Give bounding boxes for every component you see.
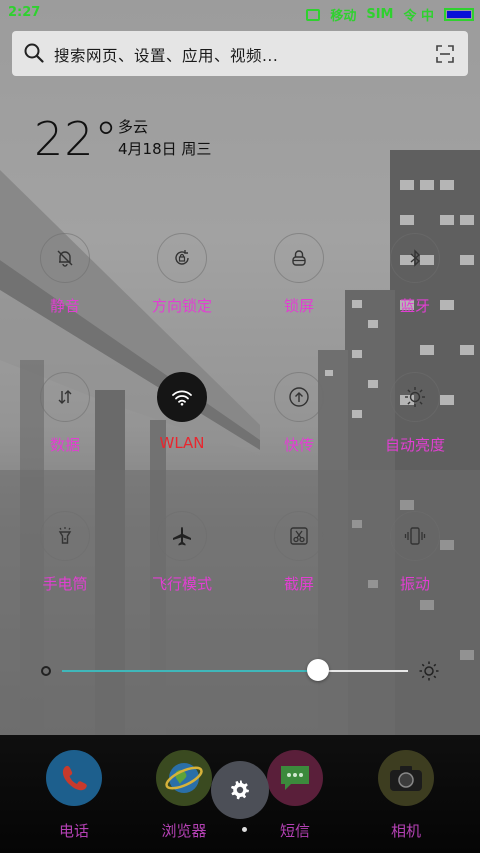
toggle-screenshot-button[interactable]	[274, 511, 324, 561]
weather-date: 4月18日 周三	[118, 140, 212, 158]
toggle-screenshot[interactable]: 截屏	[244, 511, 354, 621]
toggle-data[interactable]: 数据	[10, 372, 120, 482]
toggle-data-label: 数据	[49, 436, 80, 454]
toggle-rotation-lock-label: 方向锁定	[151, 297, 212, 315]
brightness-slider-thumb[interactable]	[307, 659, 330, 681]
extra-status-label: 令 中	[403, 9, 434, 24]
dock-app-camera[interactable]: 相机	[358, 735, 454, 841]
settings-button[interactable]	[211, 761, 269, 819]
bluetooth-icon	[410, 249, 421, 267]
toggle-flashlight[interactable]: 手电筒	[10, 511, 120, 621]
toggle-airplane-mode-label: 飞行模式	[151, 575, 212, 593]
search-icon	[24, 43, 44, 63]
scissors-icon	[290, 527, 308, 545]
dock-app-messages-label: 短信	[279, 822, 310, 840]
dock-app-phone-label: 电话	[58, 822, 89, 840]
toggle-auto-brightness-button[interactable]	[390, 372, 440, 422]
weather-condition: 多云	[118, 118, 149, 136]
camera-icon	[378, 750, 434, 806]
brightness-low-icon	[41, 666, 51, 676]
toggle-silent-button[interactable]	[40, 233, 90, 283]
airplane-icon	[173, 527, 191, 546]
message-icon	[267, 750, 323, 806]
dock-app-phone[interactable]: 电话	[26, 735, 122, 841]
toggle-rotation-lock[interactable]: 方向锁定	[127, 233, 237, 343]
brightness-slider-fill	[62, 670, 319, 672]
toggle-silent-label: 静音	[49, 297, 80, 315]
toggle-quick-transfer-button[interactable]	[274, 372, 324, 422]
status-time: 2:27	[8, 5, 41, 20]
phone-icon	[46, 750, 102, 806]
brightness-high-icon	[419, 661, 439, 681]
toggle-data-button[interactable]	[40, 372, 90, 422]
data-arrows-icon	[58, 390, 72, 404]
search-placeholder: 搜索网页、设置、应用、视频...	[54, 47, 279, 65]
toggle-bluetooth-label: 蓝牙	[399, 297, 430, 315]
browser-icon	[156, 750, 212, 806]
dock-app-camera-label: 相机	[390, 822, 421, 840]
toggle-airplane-mode[interactable]: 飞行模式	[127, 511, 237, 621]
status-icons: 移动 SIM 令 中	[306, 5, 474, 24]
flashlight-icon	[58, 527, 72, 544]
sim-card-icon	[306, 8, 321, 21]
toggle-quick-transfer-label: 快传	[283, 436, 314, 454]
toggle-vibrate[interactable]: 振动	[360, 511, 470, 621]
wifi-icon	[172, 390, 192, 406]
status-bar: 2:27 移动 SIM 令 中	[0, 0, 480, 26]
toggle-quick-transfer[interactable]: 快传	[244, 372, 354, 482]
network-label: 移动	[330, 9, 357, 24]
toggle-wlan-label: WLAN	[159, 434, 205, 452]
toggle-lock-screen-button[interactable]	[274, 233, 324, 283]
sun-icon	[405, 387, 425, 407]
toggle-vibrate-button[interactable]	[390, 511, 440, 561]
brightness-slider-track[interactable]	[62, 670, 408, 672]
toggle-flashlight-label: 手电筒	[42, 575, 88, 593]
toggle-bluetooth[interactable]: 蓝牙	[360, 233, 470, 343]
toggle-airplane-mode-button[interactable]	[157, 511, 207, 561]
toggle-flashlight-button[interactable]	[40, 511, 90, 561]
toggle-bluetooth-button[interactable]	[390, 233, 440, 283]
toggle-silent[interactable]: 静音	[10, 233, 120, 343]
toggle-rotation-lock-button[interactable]	[157, 233, 207, 283]
gear-icon	[231, 780, 249, 800]
upload-icon	[289, 387, 309, 407]
toggle-auto-brightness[interactable]: 自动亮度	[360, 372, 470, 482]
toggle-wlan-button[interactable]	[157, 372, 207, 422]
toggle-auto-brightness-label: 自动亮度	[384, 436, 445, 454]
bell-off-icon	[57, 250, 73, 267]
weather-temperature: 22°	[34, 112, 119, 166]
toggle-wlan[interactable]: WLAN	[127, 372, 237, 482]
toggle-lock-screen-label: 锁屏	[283, 297, 314, 315]
scan-icon[interactable]	[436, 45, 454, 63]
rotation-lock-icon	[175, 250, 189, 265]
dock-app-browser-label: 浏览器	[161, 822, 207, 840]
sim-label: SIM	[366, 7, 394, 22]
toggle-screenshot-label: 截屏	[283, 575, 314, 593]
toggle-lock-screen[interactable]: 锁屏	[244, 233, 354, 343]
battery-icon	[444, 8, 474, 21]
vibrate-icon	[404, 527, 426, 545]
search-bar[interactable]: 搜索网页、设置、应用、视频...	[12, 31, 468, 76]
page-indicator	[242, 827, 247, 832]
lock-icon	[292, 250, 306, 266]
toggle-vibrate-label: 振动	[399, 575, 430, 593]
